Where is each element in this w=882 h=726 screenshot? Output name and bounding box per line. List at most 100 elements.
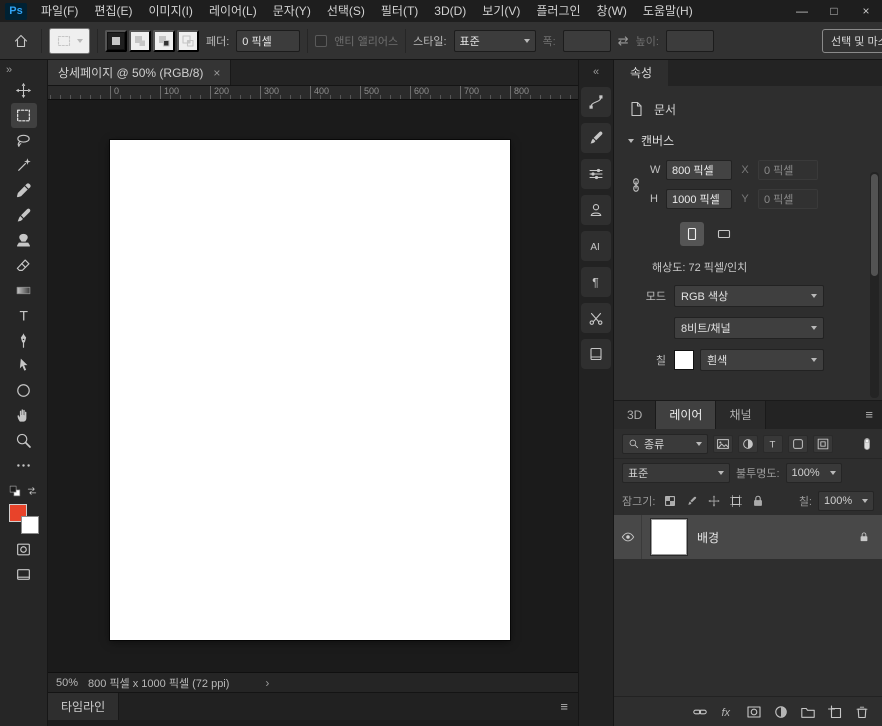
swap-colors-icon[interactable] (26, 485, 38, 497)
magic-wand-tool-button[interactable] (11, 153, 37, 178)
layer-lock-icon[interactable] (858, 531, 870, 543)
canvas-x-input[interactable]: 0 픽셀 (758, 160, 818, 180)
lock-transparency-button[interactable] (661, 492, 679, 510)
ellipse-shape-tool-button[interactable] (11, 378, 37, 403)
layer-name[interactable]: 배경 (697, 529, 858, 546)
canvas-page[interactable] (110, 140, 510, 640)
screen-mode-button[interactable] (11, 562, 37, 587)
shape-properties-panel-button[interactable] (581, 87, 611, 117)
new-layer-button[interactable] (827, 704, 843, 720)
canvas-section-header[interactable]: 캔버스 (628, 132, 868, 149)
more-tools-button[interactable] (11, 453, 37, 478)
rectangular-marquee-tool-button[interactable] (10, 103, 37, 128)
hand-tool-button[interactable] (11, 403, 37, 428)
timeline-tab[interactable]: 타임라인 (48, 692, 120, 721)
tab-properties[interactable]: 속성 (614, 60, 669, 86)
bit-depth-select[interactable]: 8비트/채널 (674, 317, 824, 339)
tool-preset-button[interactable] (49, 27, 90, 54)
quick-mask-button[interactable] (11, 537, 37, 562)
filter-adjustment-layers-button[interactable] (738, 434, 758, 453)
opacity-select[interactable]: 100% (785, 463, 842, 483)
libraries-panel-button[interactable] (581, 195, 611, 225)
maximize-button[interactable]: □ (818, 0, 850, 22)
brush-tool-button[interactable] (11, 203, 37, 228)
menu-3d[interactable]: 3D(D) (426, 0, 474, 22)
adjustment-layer-button[interactable] (773, 704, 789, 720)
new-group-button[interactable] (800, 704, 816, 720)
add-to-selection-button[interactable] (129, 29, 151, 52)
blend-mode-select[interactable]: 표준 (622, 463, 730, 483)
character-panel-button[interactable]: AI (581, 231, 611, 261)
scrollbar-thumb[interactable] (871, 174, 878, 276)
menu-edit[interactable]: 편집(E) (86, 0, 140, 22)
move-tool-button[interactable] (11, 78, 37, 103)
tools-panel-button[interactable] (581, 303, 611, 333)
close-button[interactable]: × (850, 0, 882, 22)
layer-filter-type-select[interactable]: 종류 (622, 433, 708, 454)
eyedropper-tool-button[interactable] (11, 178, 37, 203)
menu-select[interactable]: 선택(S) (319, 0, 373, 22)
expand-panels-button[interactable]: « (593, 60, 599, 84)
lasso-tool-button[interactable] (11, 128, 37, 153)
brush-settings-panel-button[interactable] (581, 123, 611, 153)
link-dimensions-button[interactable] (628, 177, 650, 193)
lock-artboard-button[interactable] (727, 492, 745, 510)
tab-3d[interactable]: 3D (614, 401, 657, 429)
layer-visibility-toggle[interactable] (614, 515, 642, 559)
subtract-from-selection-button[interactable] (153, 29, 175, 52)
toolbar-expand-button[interactable]: » (0, 60, 47, 78)
portrait-orientation-button[interactable] (680, 222, 704, 246)
export-panel-button[interactable] (581, 339, 611, 369)
document-tab[interactable]: 상세페이지 @ 50% (RGB/8) × (48, 60, 232, 85)
layer-row-background[interactable]: 배경 (614, 515, 882, 559)
menu-window[interactable]: 창(W) (589, 0, 635, 22)
timeline-menu-icon[interactable]: ≡ (560, 699, 568, 714)
path-selection-tool-button[interactable] (11, 353, 37, 378)
zoom-level[interactable]: 50% (56, 677, 78, 689)
pen-tool-button[interactable] (11, 328, 37, 353)
status-chevron-icon[interactable]: › (265, 676, 269, 690)
zoom-tool-button[interactable] (11, 428, 37, 453)
fill-select[interactable]: 흰색 (700, 349, 824, 371)
filter-pixel-layers-button[interactable] (713, 434, 733, 453)
fill-color-swatch[interactable] (674, 350, 694, 370)
tab-channels[interactable]: 채널 (716, 401, 766, 429)
eraser-tool-button[interactable] (11, 253, 37, 278)
menu-plugins[interactable]: 플러그인 (528, 0, 588, 22)
select-and-mask-button[interactable]: 선택 및 마스크... (822, 28, 882, 53)
layer-filtering-toggle[interactable] (860, 437, 874, 451)
tab-layers[interactable]: 레이어 (656, 401, 717, 429)
menu-filter[interactable]: 필터(T) (373, 0, 426, 22)
paragraph-panel-button[interactable]: ¶ (581, 267, 611, 297)
filter-shape-layers-button[interactable] (788, 434, 808, 453)
default-colors-icon[interactable] (9, 485, 21, 497)
landscape-orientation-button[interactable] (712, 222, 736, 246)
gradient-tool-button[interactable] (11, 278, 37, 303)
style-select[interactable]: 표준 (453, 29, 536, 52)
antialias-checkbox[interactable] (315, 34, 328, 47)
layer-thumbnail[interactable] (650, 518, 688, 556)
layer-style-button[interactable]: fx (719, 704, 735, 720)
filter-type-layers-button[interactable]: T (763, 434, 783, 453)
height-input[interactable] (665, 29, 714, 52)
tab-close-icon[interactable]: × (213, 66, 220, 80)
canvas-y-input[interactable]: 0 픽셀 (758, 189, 818, 209)
menu-help[interactable]: 도움말(H) (635, 0, 701, 22)
delete-layer-button[interactable] (854, 704, 870, 720)
swap-dimensions-icon[interactable]: ⇄ (618, 33, 629, 49)
background-color-swatch[interactable] (20, 516, 39, 534)
lock-pixels-button[interactable] (683, 492, 701, 510)
layer-fill-select[interactable]: 100% (818, 491, 874, 511)
minimize-button[interactable]: — (786, 0, 818, 22)
new-selection-button[interactable] (105, 29, 127, 52)
feather-input[interactable]: 0 픽셀 (236, 29, 301, 52)
lock-all-button[interactable] (749, 492, 767, 510)
color-mode-select[interactable]: RGB 색상 (674, 285, 824, 307)
width-input[interactable] (562, 29, 611, 52)
canvas-width-input[interactable]: 800 픽셀 (666, 160, 732, 180)
add-layer-mask-button[interactable] (746, 704, 762, 720)
menu-type[interactable]: 문자(Y) (265, 0, 319, 22)
properties-scrollbar[interactable] (870, 172, 879, 398)
lock-position-button[interactable] (705, 492, 723, 510)
adjustments-panel-button[interactable] (581, 159, 611, 189)
